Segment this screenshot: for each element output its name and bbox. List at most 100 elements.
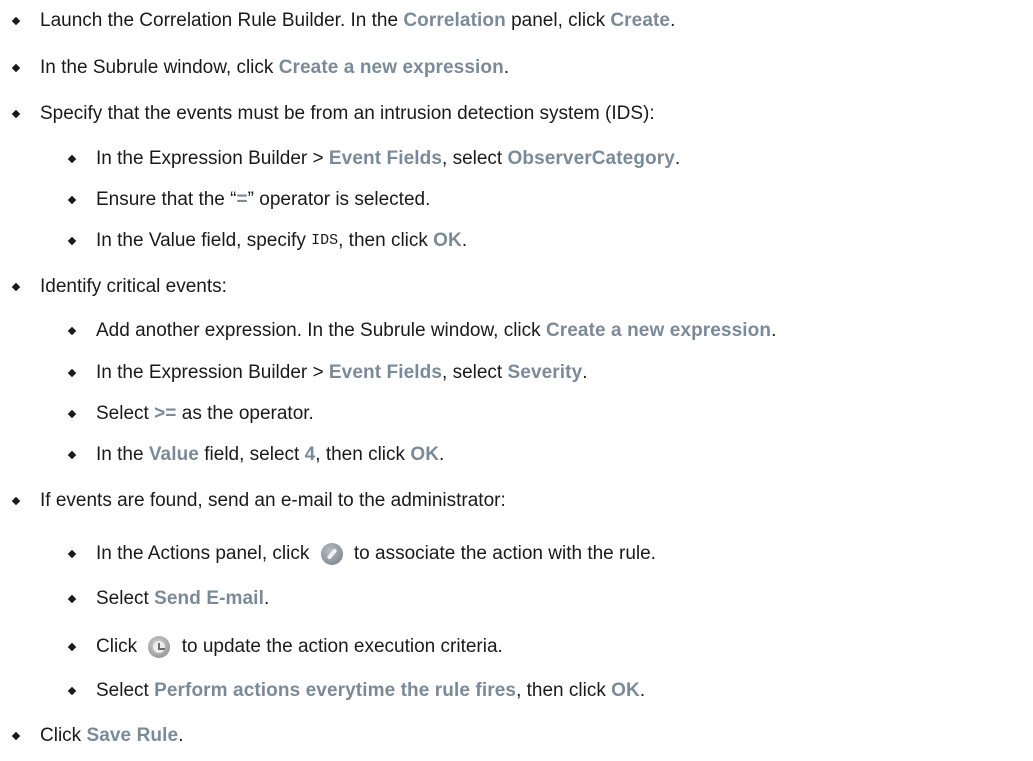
ui-ref-event-fields: Event Fields [328,362,443,383]
clock-icon [148,636,171,658]
bullet-icon [11,16,21,26]
ui-ref-create-new-expression: Create a new expression [278,57,504,78]
step-text: In the Value field, specify IDS , then c… [96,230,467,252]
bullet-icon [67,154,77,164]
bullet-icon [67,642,77,652]
text-run: Select [96,588,155,609]
step-identify-critical: Identify critical events: [0,276,227,298]
ui-ref-value-4: 4 [304,444,316,465]
step-text: Select Perform actions everytime the rul… [96,680,645,702]
bullet-icon [67,686,77,696]
text-run: . [503,57,510,78]
text-run: . [582,362,588,383]
step-text: In the Value field, select 4 , then clic… [96,444,444,466]
step-text: Specify that the events must be from an … [40,103,655,125]
substep-select-operator: Select >= as the operator. [56,403,314,425]
bullet-icon [67,594,77,604]
ui-ref-event-fields: Event Fields [328,148,443,169]
text-run: In the Actions panel, click [96,543,315,564]
text-run: to update the action execution criteria. [176,636,503,657]
text-run: Specify that the events must be from an … [40,103,655,124]
substep-associate-action: In the Actions panel, click to associate… [56,543,656,565]
text-run: , select [442,362,508,383]
text-run: In the Expression Builder > [96,362,329,383]
bullet-icon [67,549,77,559]
substep-update-criteria: Click to update the action execution cri… [56,636,503,658]
text-run: Select [96,403,155,424]
wrench-icon [320,543,343,565]
text-run: . [639,680,646,701]
substep-add-expression: Add another expression. In the Subrule w… [56,320,776,342]
text-run: Click [40,725,87,746]
bullet-icon [11,496,21,506]
ui-ref-perform-actions: Perform actions everytime the rule fires [154,680,517,701]
text-run: . [461,230,468,251]
ui-ref-send-email: Send E-mail [154,588,264,609]
text-run: In the Expression Builder > [96,148,329,169]
text-run: panel, click [505,10,611,31]
step-text: Select Send E-mail . [96,588,269,610]
step-text: Identify critical events: [40,276,227,298]
ui-ref-value-field: Value [148,444,199,465]
step-specify-ids: Specify that the events must be from an … [0,103,655,125]
text-run: Launch the Correlation Rule Builder. In … [40,10,404,31]
substep-select-value-4: In the Value field, select 4 , then clic… [56,444,444,466]
substep-perform-actions: Select Perform actions everytime the rul… [56,680,645,702]
text-run: . [771,320,777,341]
step-text: Select >= as the operator. [96,403,314,425]
instruction-list: Launch the Correlation Rule Builder. In … [0,0,1033,761]
step-create-expression: In the Subrule window, click Create a ne… [0,57,509,79]
bullet-icon [11,282,21,292]
ui-ref-save-rule: Save Rule [86,725,179,746]
ui-ref-observer-category: ObserverCategory [507,148,675,169]
text-run: . [263,588,270,609]
bullet-icon [67,450,77,460]
substep-select-severity: In the Expression Builder > Event Fields… [56,362,588,384]
substep-ensure-operator: Ensure that the “ = ” operator is select… [56,189,430,211]
text-run: to associate the action with the rule. [348,543,656,564]
step-text: In the Expression Builder > Event Fields… [96,148,680,170]
ui-ref-correlation-panel: Correlation [403,10,506,31]
step-text: Launch the Correlation Rule Builder. In … [40,10,675,32]
bullet-icon [67,409,77,419]
text-run: Select [96,680,155,701]
bullet-icon [11,109,21,119]
step-text: Click to update the action execution cri… [96,636,503,658]
ui-ref-equals-operator: = [236,189,248,210]
text-run: Click [96,636,143,657]
text-run: In the [96,444,149,465]
text-run: . [674,148,681,169]
step-text: In the Actions panel, click to associate… [96,543,656,565]
text-run: , then click [516,680,612,701]
text-run: Add another expression. In the Subrule w… [96,320,546,341]
ui-ref-ok-button: OK [433,230,462,251]
bullet-icon [11,731,21,741]
substep-select-send-email: Select Send E-mail . [56,588,269,610]
step-save-rule: Click Save Rule . [0,725,183,747]
ui-ref-ok-button: OK [611,680,640,701]
code-value-ids: IDS [311,232,339,249]
text-run: ” operator is selected. [247,189,431,210]
text-run: In the Subrule window, click [40,57,279,78]
text-run: , then click [338,230,434,251]
text-run: Ensure that the “ [96,189,237,210]
bullet-icon [67,195,77,205]
ui-ref-create-new-expression: Create a new expression [545,320,772,341]
step-send-email: If events are found, send an e-mail to t… [0,490,506,512]
ui-ref-create-button: Create [610,10,671,31]
text-run: . [178,725,184,746]
text-run: . [439,444,445,465]
text-run: If events are found, send an e-mail to t… [40,490,506,511]
text-run: Identify critical events: [40,276,227,297]
step-launch-builder: Launch the Correlation Rule Builder. In … [0,10,675,32]
bullet-icon [67,326,77,336]
text-run: In the Value field, specify [96,230,312,251]
ui-ref-severity: Severity [507,362,583,383]
step-text: Ensure that the “ = ” operator is select… [96,189,430,211]
ui-ref-gte-operator: >= [154,403,177,424]
text-run: as the operator. [176,403,314,424]
step-text: In the Expression Builder > Event Fields… [96,362,588,384]
bullet-icon [67,368,77,378]
text-run: , select [442,148,508,169]
step-text: Click Save Rule . [40,725,183,747]
